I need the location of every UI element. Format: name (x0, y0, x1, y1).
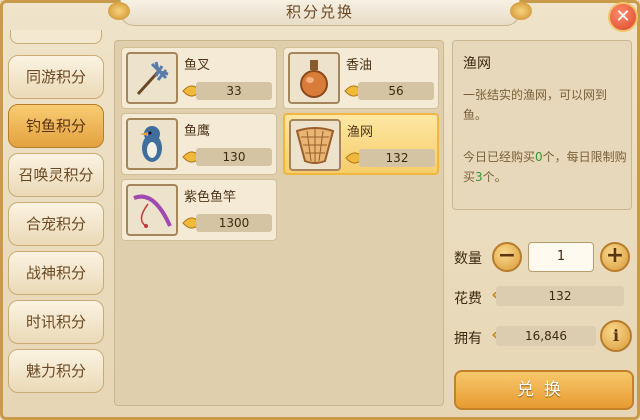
limit-suffix: 个。 (482, 170, 507, 184)
tab-shixun[interactable]: 时讯积分 (8, 300, 104, 344)
bought-count: 0 (535, 150, 543, 164)
item-price: 33 (196, 82, 272, 100)
item-card-kingfisher[interactable]: 鱼鹰 130 (121, 113, 277, 175)
item-name: 紫色鱼竿 (184, 190, 237, 205)
fishing-rod-icon (126, 184, 178, 236)
item-name: 香油 (346, 58, 373, 73)
exchange-button[interactable]: 兑换 (454, 370, 634, 410)
tab-pet-merge[interactable]: 合宠积分 (8, 202, 104, 246)
item-name: 渔网 (347, 125, 374, 140)
item-price: 132 (359, 149, 435, 167)
info-button[interactable]: i (600, 320, 632, 352)
trident-icon (126, 52, 178, 104)
tab-charm[interactable]: 魅力积分 (8, 349, 104, 393)
tab-war-god[interactable]: 战神积分 (8, 251, 104, 295)
item-detail-panel: 渔网 一张结实的渔网，可以网到鱼。 今日已经购买0个，每日限制购买3个。 (452, 40, 632, 210)
ornament-icon (108, 2, 130, 20)
item-grid: 鱼叉 33 香油 56 鱼鹰 130 渔网 132 紫色鱼竿 1300 (114, 40, 444, 406)
tab-scroll-peek[interactable] (10, 30, 102, 44)
item-price: 56 (358, 82, 434, 100)
decrease-button[interactable]: − (492, 242, 522, 272)
item-card-trident[interactable]: 鱼叉 33 (121, 47, 277, 109)
item-price: 130 (196, 148, 272, 166)
owned-value: 16,846 (496, 326, 596, 346)
close-button[interactable]: ✕ (608, 2, 638, 32)
cost-value: 132 (496, 286, 624, 306)
tab-summon[interactable]: 召唤灵积分 (8, 153, 104, 197)
item-card-fishing-net[interactable]: 渔网 132 (283, 113, 439, 175)
quantity-label: 数量 (454, 251, 482, 267)
item-name: 鱼叉 (184, 58, 211, 73)
tab-tongyou[interactable]: 同游积分 (8, 55, 104, 99)
item-card-purple-rod[interactable]: 紫色鱼竿 1300 (121, 179, 277, 241)
increase-button[interactable]: + (600, 242, 630, 272)
owned-label: 拥有 (454, 331, 482, 347)
cost-label: 花费 (454, 291, 482, 307)
title-bar: 积分兑换 (120, 0, 520, 26)
detail-item-name: 渔网 (463, 56, 491, 72)
limit-prefix: 今日已经购买 (463, 150, 536, 164)
oil-bottle-icon (288, 52, 340, 104)
limit-count: 3 (475, 170, 483, 184)
window-title: 积分兑换 (285, 3, 354, 21)
item-name: 鱼鹰 (184, 124, 211, 139)
detail-description: 一张结实的渔网，可以网到鱼。 (463, 88, 608, 122)
item-card-oil[interactable]: 香油 56 (283, 47, 439, 109)
kingfisher-icon (126, 118, 178, 170)
purchase-limit-text: 今日已经购买0个，每日限制购买3个。 (463, 147, 629, 187)
fishing-net-icon (289, 119, 341, 171)
ornament-icon (510, 2, 532, 20)
quantity-input[interactable]: 1 (528, 242, 594, 272)
tab-fishing[interactable]: 钓鱼积分 (8, 104, 104, 148)
item-price: 1300 (196, 214, 272, 232)
